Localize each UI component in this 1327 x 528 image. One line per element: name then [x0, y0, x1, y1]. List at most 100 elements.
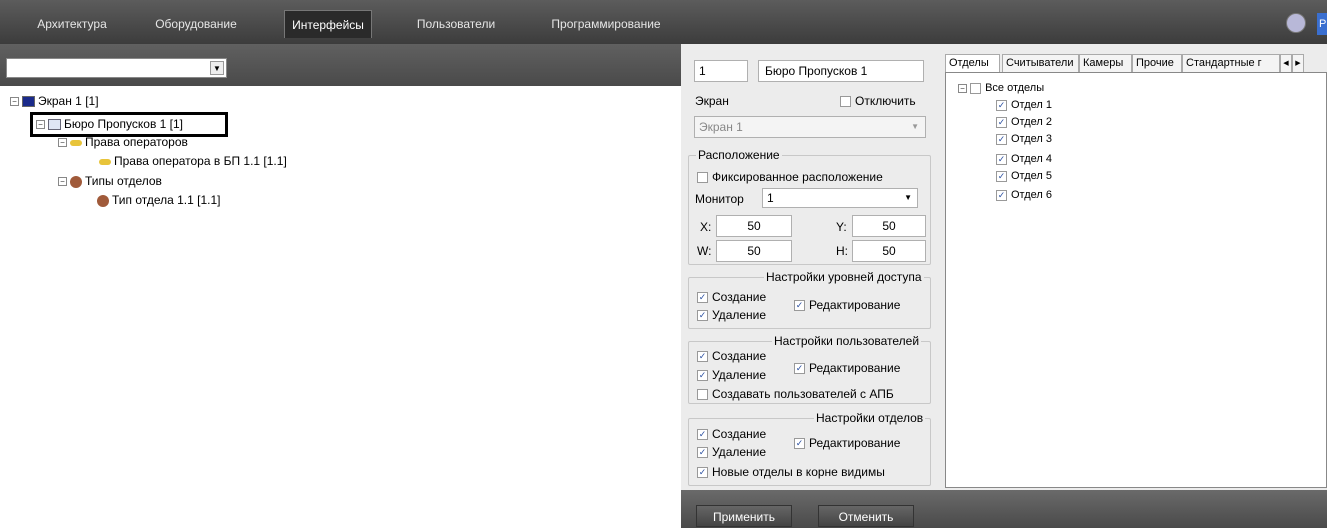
depts-edit-checkbox[interactable]: ✓ Редактирование: [794, 436, 900, 450]
object-selector-bar: ▼: [0, 44, 681, 86]
tree-node-screen[interactable]: − Экран 1 [1]: [10, 93, 99, 109]
checkbox-icon[interactable]: ✓: [697, 447, 708, 459]
collapse-icon[interactable]: −: [958, 83, 967, 93]
scroll-right-icon[interactable]: ▶: [1292, 54, 1304, 73]
tree-node-dept-type-item[interactable]: Тип отдела 1.1 [1.1]: [94, 192, 221, 208]
tree-node-label: Типы отделов: [85, 174, 162, 188]
tree-node-label: Права оператора в БП 1.1 [1.1]: [114, 154, 287, 168]
h-field[interactable]: 50: [852, 240, 926, 262]
monitor-icon: [22, 96, 35, 108]
checkbox-icon[interactable]: ✓: [996, 116, 1007, 128]
dept-all-node[interactable]: − Все отделы: [958, 80, 1044, 96]
edit-label: Редактирование: [809, 298, 901, 312]
checkbox-icon[interactable]: ✓: [697, 310, 708, 322]
checkbox-icon[interactable]: ✓: [697, 467, 708, 479]
checkbox-icon[interactable]: ✓: [697, 429, 708, 441]
object-type-select[interactable]: ▼: [6, 58, 227, 78]
checkbox-icon[interactable]: [697, 389, 708, 401]
screen-select[interactable]: Экран 1 ▼: [694, 116, 926, 138]
w-field[interactable]: 50: [716, 240, 792, 262]
fixed-location-checkbox[interactable]: Фиксированное расположение: [697, 170, 883, 184]
screen-select-value: Экран 1: [699, 120, 743, 134]
key-icon: [70, 139, 82, 146]
tree-node-operator-rights[interactable]: − Права операторов: [58, 134, 188, 150]
tree-node-dept-types[interactable]: − Типы отделов: [58, 173, 162, 189]
tree-node-label: Тип отдела 1.1 [1.1]: [112, 193, 221, 207]
new-depts-visible-label: Новые отделы в корне видимы: [712, 465, 885, 479]
tab-readers[interactable]: Считыватели: [1002, 54, 1079, 73]
tab-architecture[interactable]: Архитектура: [22, 10, 122, 38]
dept-item[interactable]: ✓ Отдел 2: [996, 114, 1052, 130]
depts-group-title: Настройки отделов: [814, 411, 926, 425]
monitor-label: Монитор: [695, 192, 744, 206]
new-depts-visible-checkbox[interactable]: ✓ Новые отделы в корне видимы: [697, 465, 885, 479]
apply-button[interactable]: Применить: [696, 505, 792, 527]
create-label: Создание: [712, 427, 767, 441]
tab-standard[interactable]: Стандартные г: [1182, 54, 1280, 73]
chevron-down-icon[interactable]: ▼: [210, 61, 224, 75]
users-edit-checkbox[interactable]: ✓ Редактирование: [794, 361, 900, 375]
checkbox-icon[interactable]: [970, 82, 982, 94]
checkbox-icon[interactable]: ✓: [697, 292, 708, 304]
tree-node-label: Экран 1 [1]: [38, 94, 99, 108]
top-menu-bar: Архитектура Оборудование Интерфейсы Поль…: [0, 0, 1327, 44]
tab-cameras[interactable]: Камеры: [1079, 54, 1132, 73]
checkbox-icon[interactable]: ✓: [996, 170, 1007, 182]
checkbox-icon[interactable]: ✓: [996, 99, 1007, 111]
monitor-select[interactable]: 1 ▼: [762, 188, 918, 208]
checkbox-icon[interactable]: ✓: [996, 153, 1007, 165]
tab-other[interactable]: Прочие: [1132, 54, 1182, 73]
depts-delete-checkbox[interactable]: ✓ Удаление: [697, 445, 766, 459]
edit-label: Редактирование: [809, 361, 901, 375]
create-label: Создание: [712, 349, 767, 363]
tab-programming[interactable]: Программирование: [538, 10, 674, 38]
disable-checkbox[interactable]: Отключить: [840, 94, 916, 108]
y-label: Y:: [836, 220, 847, 234]
delete-label: Удаление: [712, 445, 767, 459]
access-create-checkbox[interactable]: ✓ Создание: [697, 290, 766, 304]
checkbox-icon[interactable]: [840, 96, 851, 108]
location-group-title: Расположение: [696, 148, 782, 162]
dept-item[interactable]: ✓ Отдел 3: [996, 131, 1052, 147]
tab-users[interactable]: Пользователи: [406, 10, 506, 38]
scroll-left-icon[interactable]: ◀: [1280, 54, 1292, 73]
checkbox-icon[interactable]: ✓: [996, 133, 1007, 145]
checkbox-icon[interactable]: ✓: [697, 351, 708, 363]
dept-item[interactable]: ✓ Отдел 6: [996, 187, 1052, 203]
dept-item[interactable]: ✓ Отдел 1: [996, 97, 1052, 113]
dept-all-label: Все отделы: [985, 82, 1045, 94]
x-field[interactable]: 50: [716, 215, 792, 237]
settings-icon[interactable]: [1286, 13, 1306, 33]
create-apb-label: Создавать пользователей с АПБ: [712, 387, 894, 401]
delete-label: Удаление: [712, 368, 767, 382]
collapse-icon[interactable]: −: [10, 97, 19, 107]
collapse-icon[interactable]: −: [58, 138, 67, 148]
tab-interfaces[interactable]: Интерфейсы: [284, 10, 372, 38]
access-edit-checkbox[interactable]: ✓ Редактирование: [794, 298, 900, 312]
checkbox-icon[interactable]: ✓: [794, 300, 805, 312]
checkbox-icon[interactable]: ✓: [996, 189, 1007, 201]
tree-node-operator-right-item[interactable]: Права оператора в БП 1.1 [1.1]: [96, 153, 287, 169]
checkbox-icon[interactable]: ✓: [794, 438, 805, 450]
checkbox-icon[interactable]: ✓: [697, 370, 708, 382]
access-delete-checkbox[interactable]: ✓ Удаление: [697, 308, 766, 322]
collapse-icon[interactable]: −: [58, 177, 67, 187]
users-create-checkbox[interactable]: ✓ Создание: [697, 349, 766, 363]
dept-item[interactable]: ✓ Отдел 4: [996, 151, 1052, 167]
users-delete-checkbox[interactable]: ✓ Удаление: [697, 368, 766, 382]
id-field[interactable]: 1: [694, 60, 748, 82]
checkbox-icon[interactable]: [697, 172, 708, 184]
dept-label: Отдел 5: [1011, 170, 1052, 182]
y-field[interactable]: 50: [852, 215, 926, 237]
tab-departments[interactable]: Отделы: [945, 54, 1000, 73]
dept-item[interactable]: ✓ Отдел 5: [996, 168, 1052, 184]
h-label: H:: [836, 244, 848, 258]
tab-equipment[interactable]: Оборудование: [140, 10, 252, 38]
cancel-button[interactable]: Отменить: [818, 505, 914, 527]
depts-create-checkbox[interactable]: ✓ Создание: [697, 427, 766, 441]
delete-label: Удаление: [712, 308, 767, 322]
profile-button[interactable]: P: [1317, 13, 1327, 35]
checkbox-icon[interactable]: ✓: [794, 363, 805, 375]
create-apb-checkbox[interactable]: Создавать пользователей с АПБ: [697, 387, 894, 401]
name-field[interactable]: Бюро Пропусков 1: [758, 60, 924, 82]
